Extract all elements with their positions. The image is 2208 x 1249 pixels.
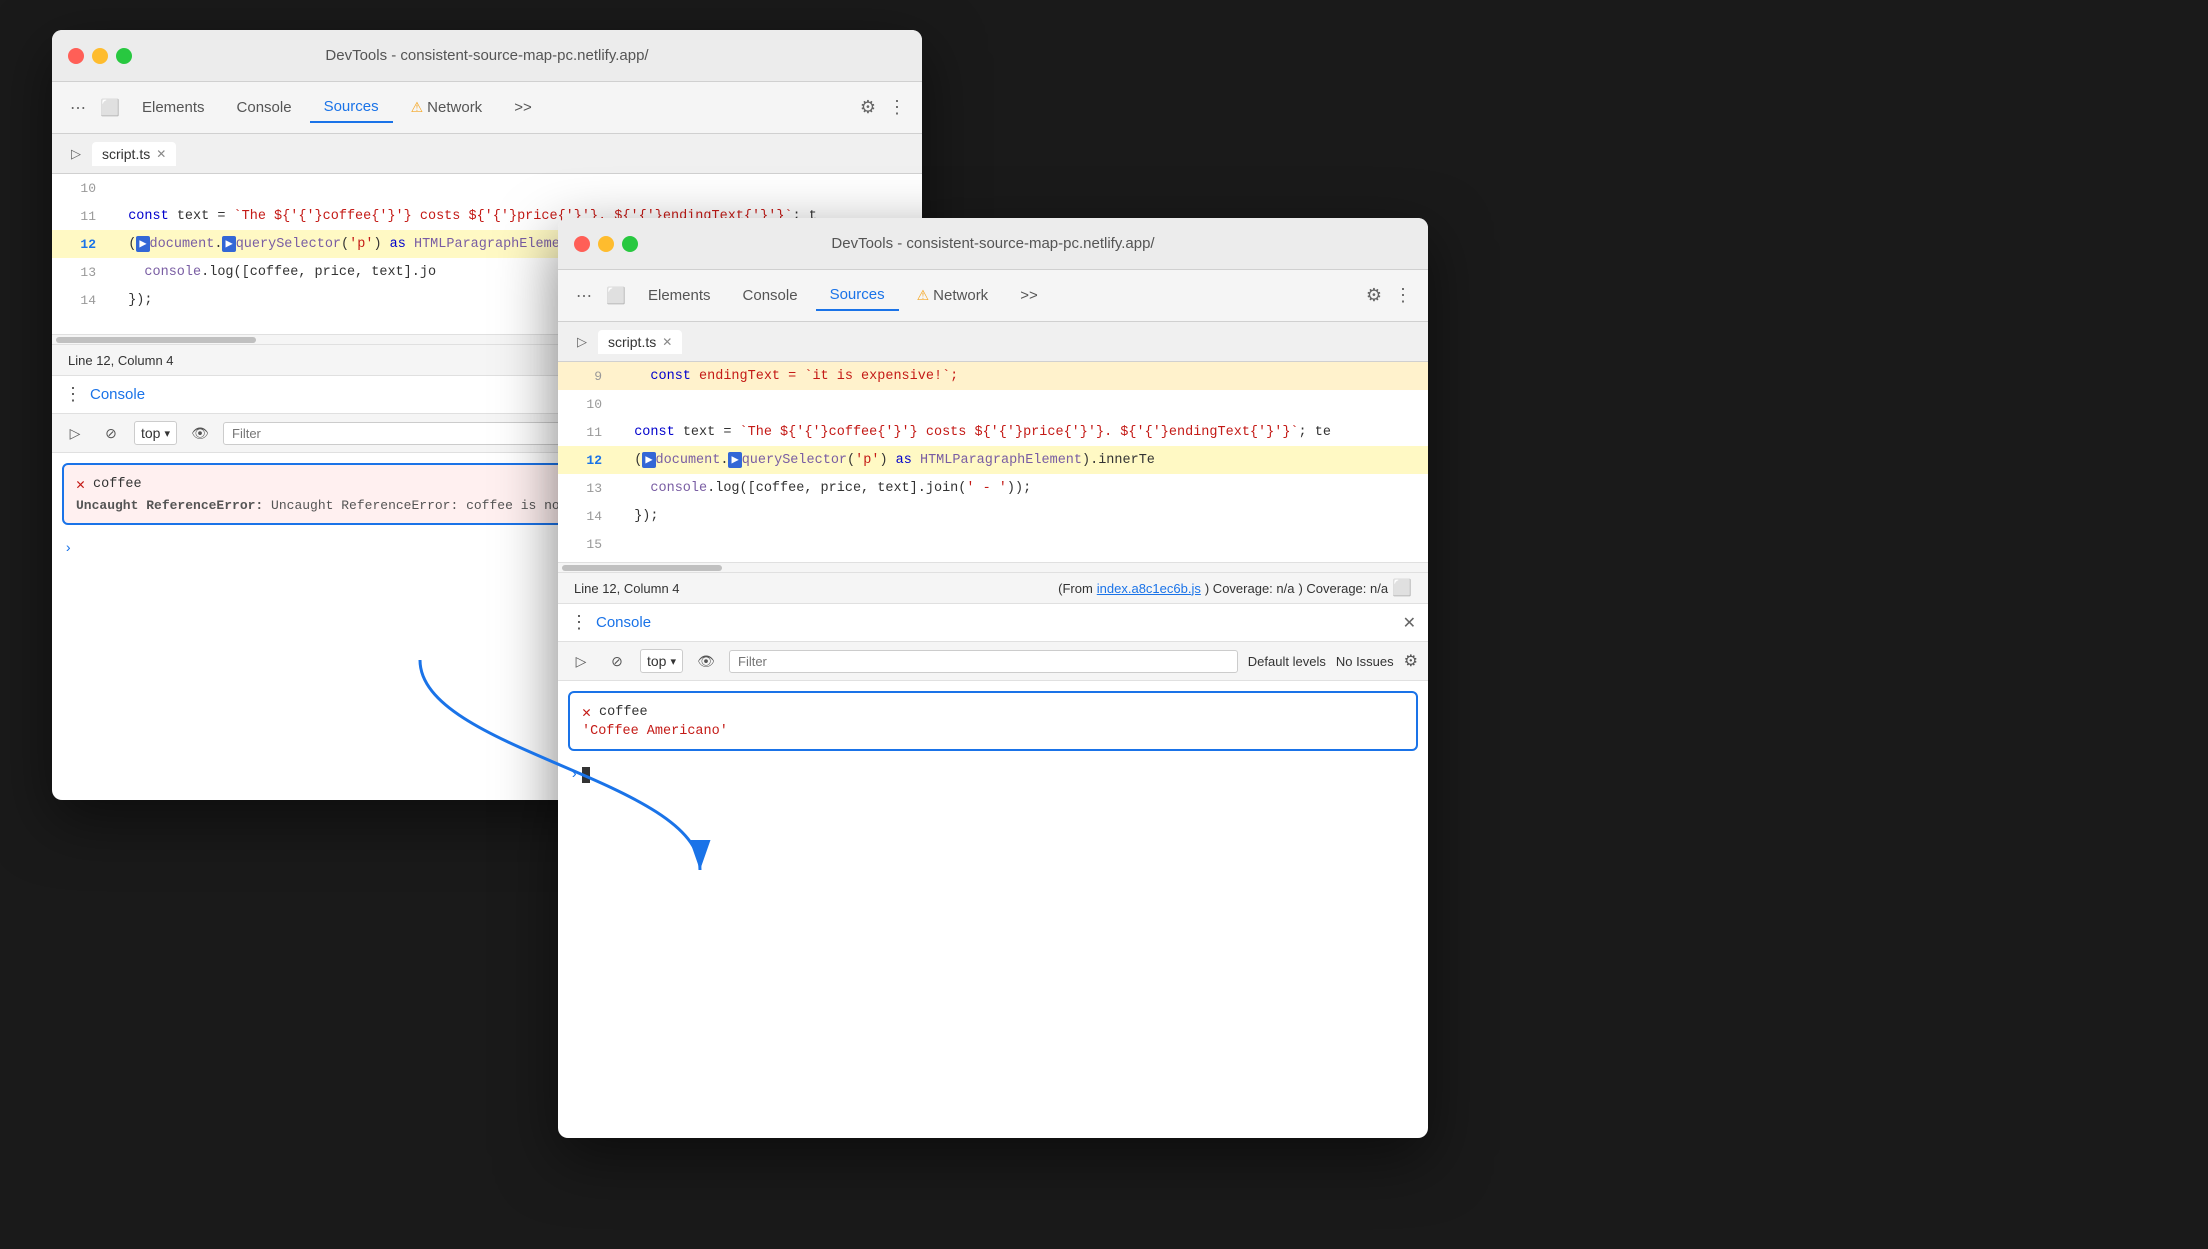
default-levels-2[interactable]: Default levels xyxy=(1248,654,1326,669)
scrollbar-thumb-2[interactable] xyxy=(562,565,722,571)
traffic-lights-2 xyxy=(574,236,638,252)
tab-console-1[interactable]: Console xyxy=(223,93,306,122)
file-tab-row-2: ▷ script.ts ✕ xyxy=(558,322,1428,362)
console-input-row-2[interactable]: › xyxy=(558,761,1428,789)
settings-icon-2[interactable]: ⚙ xyxy=(1362,281,1386,310)
file-tab-label-2: script.ts xyxy=(608,334,656,350)
tab-sources-1[interactable]: Sources xyxy=(310,92,393,123)
console-section-2: ⋮ Console ✕ ▷ ⊘ top ▾ 👁 Default levels N… xyxy=(558,604,1428,789)
console-header-2: ⋮ Console ✕ xyxy=(558,604,1428,642)
tab-elements-1[interactable]: Elements xyxy=(128,93,219,122)
console-sidebar-btn-2[interactable]: ▷ xyxy=(568,648,594,674)
console-cursor-2 xyxy=(582,767,590,783)
top-dropdown-chevron-1: ▾ xyxy=(164,427,170,440)
no-issues-2: No Issues xyxy=(1336,654,1394,669)
console-close-2[interactable]: ✕ xyxy=(1403,613,1416,633)
sidebar-toggle-1[interactable]: ▷ xyxy=(64,142,88,166)
file-tab-close-2[interactable]: ✕ xyxy=(662,335,672,349)
console-prompt-2: › xyxy=(570,767,578,783)
file-tab-1[interactable]: script.ts ✕ xyxy=(92,142,176,166)
top-dropdown-1[interactable]: top ▾ xyxy=(134,421,177,445)
code-line-10: 10 xyxy=(52,174,922,202)
console-eye-btn-2[interactable]: 👁 xyxy=(693,648,719,674)
top-dropdown-chevron-2: ▾ xyxy=(670,655,676,668)
inspect-icon-1[interactable]: ⋯ xyxy=(64,94,92,122)
file-tab-row-1: ▷ script.ts ✕ xyxy=(52,134,922,174)
console-sidebar-btn-1[interactable]: ▷ xyxy=(62,420,88,446)
tab-sources-2[interactable]: Sources xyxy=(816,280,899,311)
file-tab-label-1: script.ts xyxy=(102,146,150,162)
close-button-1[interactable] xyxy=(68,48,84,64)
filter-input-2[interactable] xyxy=(729,650,1238,673)
console-clear-btn-2[interactable]: ⊘ xyxy=(604,648,630,674)
w2-code-line-12: 12 (▶document.▶querySelector('p') as HTM… xyxy=(558,446,1428,474)
close-button-2[interactable] xyxy=(574,236,590,252)
w2-code-line-10: 10 xyxy=(558,390,1428,418)
settings-icon-1[interactable]: ⚙ xyxy=(856,93,880,122)
console-menu-1[interactable]: ⋮ xyxy=(64,384,82,405)
success-box-2: ✕ coffee 'Coffee Americano' xyxy=(568,691,1418,751)
tab-bar-1: ⋯ ⬜ Elements Console Sources ⚠ Network >… xyxy=(52,82,922,134)
scrollbar-2[interactable] xyxy=(558,562,1428,572)
minimize-button-2[interactable] xyxy=(598,236,614,252)
settings-gear-2[interactable]: ⚙ xyxy=(1404,651,1418,671)
tab-console-2[interactable]: Console xyxy=(729,281,812,310)
success-value-2: 'Coffee Americano' xyxy=(582,724,1404,739)
success-x-icon-2: ✕ xyxy=(582,703,591,722)
console-menu-2[interactable]: ⋮ xyxy=(570,612,588,633)
success-container-2: ✕ coffee 'Coffee Americano' xyxy=(558,691,1428,751)
tab-bar-2: ⋯ ⬜ Elements Console Sources ⚠ Network >… xyxy=(558,270,1428,322)
top-dropdown-2[interactable]: top ▾ xyxy=(640,649,683,673)
minimize-button-1[interactable] xyxy=(92,48,108,64)
console-toolbar-2: ▷ ⊘ top ▾ 👁 Default levels No Issues ⚙ xyxy=(558,642,1428,681)
title-bar-1: DevTools - consistent-source-map-pc.netl… xyxy=(52,30,922,82)
error-name-1: coffee xyxy=(93,477,142,492)
file-tab-2[interactable]: script.ts ✕ xyxy=(598,330,682,354)
title-bar-2: DevTools - consistent-source-map-pc.netl… xyxy=(558,218,1428,270)
error-message-1: Uncaught ReferenceError: coffee is not d… xyxy=(271,498,606,513)
more-icon-2[interactable]: ⋮ xyxy=(1390,281,1416,310)
w2-code-line-11: 11 const text = `The ${'{'}coffee{'}'} c… xyxy=(558,418,1428,446)
w2-code-line-13: 13 console.log([coffee, price, text].joi… xyxy=(558,474,1428,502)
maximize-button-1[interactable] xyxy=(116,48,132,64)
success-header-2: ✕ coffee xyxy=(582,703,1404,722)
window-title-2: DevTools - consistent-source-map-pc.netl… xyxy=(831,235,1154,252)
cursor-position-2: Line 12, Column 4 xyxy=(574,581,680,596)
warning-icon-2: ⚠ xyxy=(917,287,930,304)
warning-icon-1: ⚠ xyxy=(411,99,424,116)
console-title-2: Console xyxy=(596,614,651,631)
sidebar-toggle-2[interactable]: ▷ xyxy=(570,330,594,354)
traffic-lights-1 xyxy=(68,48,132,64)
file-tab-close-1[interactable]: ✕ xyxy=(156,147,166,161)
code-area-2: 9 const endingText = `it is expensive!`;… xyxy=(558,362,1428,562)
console-clear-btn-1[interactable]: ⊘ xyxy=(98,420,124,446)
window-title-1: DevTools - consistent-source-map-pc.netl… xyxy=(325,47,648,64)
success-var-name-2: coffee xyxy=(599,705,648,720)
source-link-2[interactable]: index.a8c1ec6b.js xyxy=(1097,581,1201,596)
devtools-window-2: DevTools - consistent-source-map-pc.netl… xyxy=(558,218,1428,1138)
console-eye-btn-1[interactable]: 👁 xyxy=(187,420,213,446)
w2-code-line-15: 15 xyxy=(558,530,1428,558)
error-x-icon-1: ✕ xyxy=(76,475,85,494)
console-title-1: Console xyxy=(90,386,145,403)
tab-more-1[interactable]: >> xyxy=(500,93,546,122)
more-icon-1[interactable]: ⋮ xyxy=(884,93,910,122)
tab-network-1[interactable]: ⚠ Network xyxy=(397,93,497,122)
scrollbar-thumb-1[interactable] xyxy=(56,337,256,343)
w2-code-line-14: 14 }); xyxy=(558,502,1428,530)
tab-network-2[interactable]: ⚠ Network xyxy=(903,281,1003,310)
w2-code-line-9: 9 const endingText = `it is expensive!`; xyxy=(558,362,1428,390)
status-bar-2: Line 12, Column 4 (From index.a8c1ec6b.j… xyxy=(558,572,1428,604)
device-icon-1[interactable]: ⬜ xyxy=(96,94,124,122)
inspect-icon-2[interactable]: ⋯ xyxy=(570,282,598,310)
tab-elements-2[interactable]: Elements xyxy=(634,281,725,310)
maximize-button-2[interactable] xyxy=(622,236,638,252)
coverage-icon-2: ⬜ xyxy=(1392,578,1412,598)
device-icon-2[interactable]: ⬜ xyxy=(602,282,630,310)
cursor-position-1: Line 12, Column 4 xyxy=(68,353,174,368)
tab-more-2[interactable]: >> xyxy=(1006,281,1052,310)
